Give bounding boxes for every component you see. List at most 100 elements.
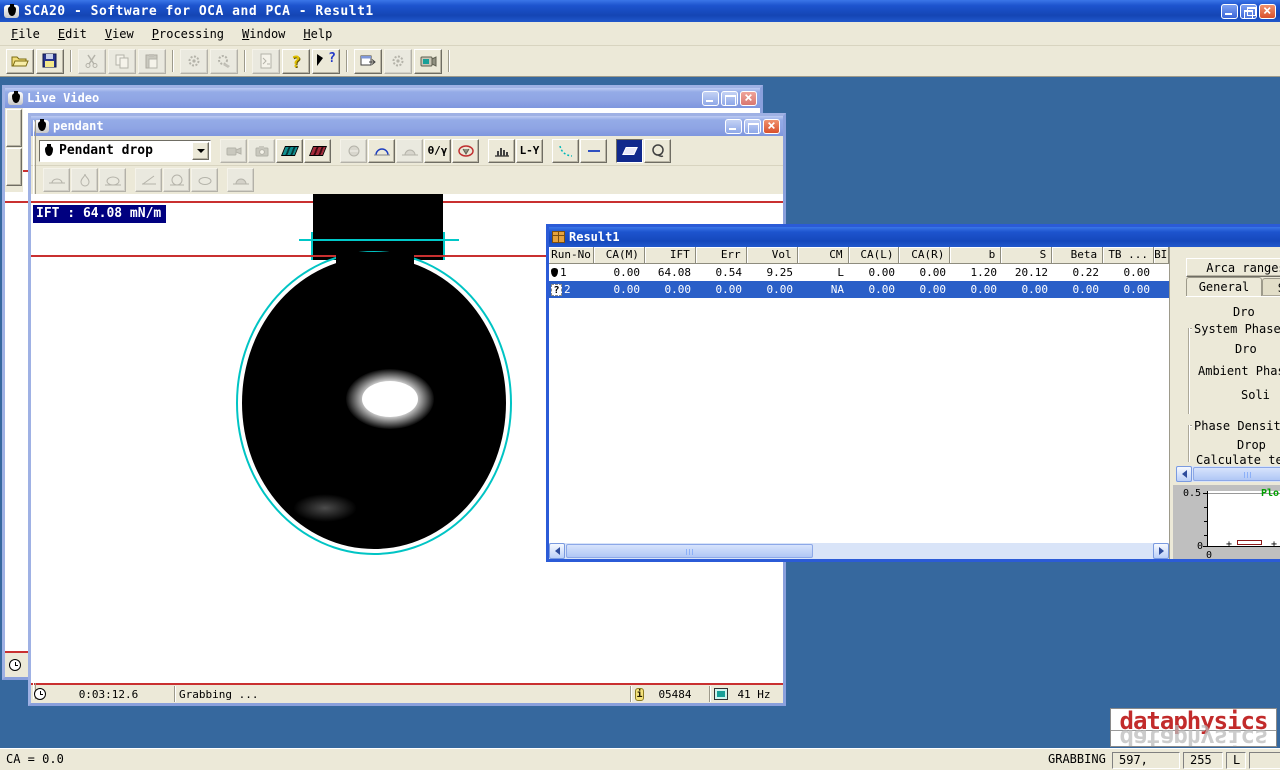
col-ca-m[interactable]: CA(M) — [594, 247, 645, 264]
lv-tool-button[interactable] — [6, 109, 22, 147]
laplace-young-button[interactable]: L-Y — [516, 139, 543, 163]
menu-file[interactable]: File — [2, 24, 49, 44]
scroll-thumb[interactable] — [566, 544, 813, 558]
circle-fit-button[interactable] — [368, 139, 395, 163]
gear-hand-icon — [215, 53, 233, 69]
ellipse-tool-button[interactable] — [340, 139, 367, 163]
copy-button[interactable] — [108, 49, 136, 74]
export-window-button[interactable] — [354, 49, 382, 74]
snapshot-button[interactable] — [248, 139, 275, 163]
col-ift[interactable]: IFT — [645, 247, 696, 264]
toolbar-separator — [244, 50, 246, 72]
drop-reflection — [293, 494, 357, 522]
context-help-button[interactable]: ? — [312, 49, 340, 74]
col-bi[interactable]: BI — [1154, 247, 1169, 264]
sessile-drop-icon — [48, 172, 66, 188]
result-body: Run-No CA(M) IFT Err Vol CM CA(L) CA(R) … — [549, 247, 1280, 559]
menu-window[interactable]: Window — [233, 24, 294, 44]
combo-dropdown-button[interactable] — [192, 142, 209, 160]
panel-scroll-left-button[interactable] — [1176, 466, 1192, 482]
camera-icon — [419, 53, 437, 69]
minimize-button[interactable] — [1221, 4, 1238, 19]
table-h-scrollbar[interactable] — [549, 543, 1169, 559]
method-select[interactable]: Pendant drop — [39, 140, 211, 162]
pendant-titlebar: pendant — [31, 116, 783, 136]
manual-ellipse-button[interactable] — [452, 139, 479, 163]
tab-general[interactable]: General — [1186, 277, 1262, 296]
marker-red-button[interactable] — [304, 139, 331, 163]
label-calculate: Calculate te — [1196, 453, 1280, 467]
group-system-phases: System Phases — [1192, 322, 1280, 336]
pendant-shape-button[interactable] — [71, 168, 98, 192]
menu-view[interactable]: View — [96, 24, 143, 44]
manual-control-button[interactable] — [210, 49, 238, 74]
pd-maximize-button[interactable] — [744, 119, 761, 134]
laplace-young-icon: L-Y — [520, 144, 540, 157]
col-err[interactable]: Err — [696, 247, 747, 264]
scroll-right-button[interactable] — [1153, 543, 1169, 559]
restore-button[interactable] — [1240, 4, 1257, 19]
table-row-selected[interactable]: 2 0.00 0.00 0.00 0.00 NA 0.00 0.00 0.00 … — [549, 281, 1169, 298]
snapshot-tool-button[interactable] — [414, 49, 442, 74]
table-row[interactable]: 1 0.00 64.08 0.54 9.25 L 0.00 0.00 1.20 … — [549, 264, 1169, 281]
label-ambient-phase: Ambient Phase — [1198, 364, 1280, 378]
large-drop-button[interactable] — [99, 168, 126, 192]
baseline-button[interactable] — [580, 139, 607, 163]
live-video-button[interactable] — [220, 139, 247, 163]
lv-minimize-button[interactable] — [702, 91, 719, 106]
col-beta[interactable]: Beta — [1052, 247, 1103, 264]
arc-gray-icon — [401, 143, 419, 159]
save-button[interactable] — [36, 49, 64, 74]
menu-help[interactable]: Help — [294, 24, 341, 44]
cut-button[interactable] — [78, 49, 106, 74]
decay-curve-button[interactable] — [552, 139, 579, 163]
theta-gamma-button[interactable]: θ/γ — [424, 139, 451, 163]
report-document-icon — [257, 53, 275, 69]
save-icon — [41, 53, 59, 69]
lv-tool-button[interactable] — [6, 148, 22, 186]
sessile-drop-button[interactable] — [43, 168, 70, 192]
tangent-active-button[interactable] — [616, 139, 643, 163]
contour-lasso-button[interactable] — [644, 139, 671, 163]
lv-close-button[interactable] — [740, 91, 757, 106]
menu-processing[interactable]: Processing — [143, 24, 233, 44]
paste-button[interactable] — [138, 49, 166, 74]
col-tb[interactable]: TB ... — [1103, 247, 1154, 264]
height-width-button[interactable] — [396, 139, 423, 163]
pd-close-button[interactable] — [763, 119, 780, 134]
panel-h-scrollbar[interactable] — [1176, 466, 1280, 482]
captive-bubble-button[interactable] — [227, 168, 254, 192]
area-ranges-button[interactable]: Arca ranges — [1186, 258, 1280, 277]
flat-drop-icon — [196, 172, 214, 188]
col-ca-l[interactable]: CA(L) — [849, 247, 900, 264]
marker-teal-button[interactable] — [276, 139, 303, 163]
chart-xtick: 0 — [1206, 550, 1212, 561]
app-title: SCA20 - Software for OCA and PCA - Resul… — [24, 4, 1216, 19]
scroll-left-button[interactable] — [549, 543, 565, 559]
circle-shape-button[interactable] — [163, 168, 190, 192]
dataphysics-logo: dataphysics dataphysics — [1110, 708, 1277, 747]
col-s[interactable]: S — [1001, 247, 1052, 264]
open-button[interactable] — [6, 49, 34, 74]
report-button[interactable] — [252, 49, 280, 74]
flat-drop-button[interactable] — [191, 168, 218, 192]
col-vol[interactable]: Vol — [747, 247, 798, 264]
pd-minimize-button[interactable] — [725, 119, 742, 134]
panel-scroll-thumb[interactable] — [1193, 467, 1280, 481]
help-button[interactable] — [282, 49, 310, 74]
histogram-button[interactable] — [488, 139, 515, 163]
lv-maximize-button[interactable] — [721, 91, 738, 106]
settings-button[interactable] — [180, 49, 208, 74]
mini-chart: + + 0.5 0 0 Plo — [1173, 485, 1280, 559]
process-button[interactable] — [384, 49, 412, 74]
col-run-no[interactable]: Run-No — [549, 247, 594, 264]
frame-counter: 05484 — [644, 688, 706, 701]
col-b[interactable]: b — [950, 247, 1001, 264]
tangent-angle-button[interactable] — [135, 168, 162, 192]
elapsed-time: 0:03:12.6 — [46, 688, 171, 701]
result-table-header: Run-No CA(M) IFT Err Vol CM CA(L) CA(R) … — [549, 247, 1169, 264]
col-ca-r[interactable]: CA(R) — [899, 247, 950, 264]
close-button[interactable] — [1259, 4, 1276, 19]
menu-edit[interactable]: Edit — [49, 24, 96, 44]
col-cm[interactable]: CM — [798, 247, 849, 264]
